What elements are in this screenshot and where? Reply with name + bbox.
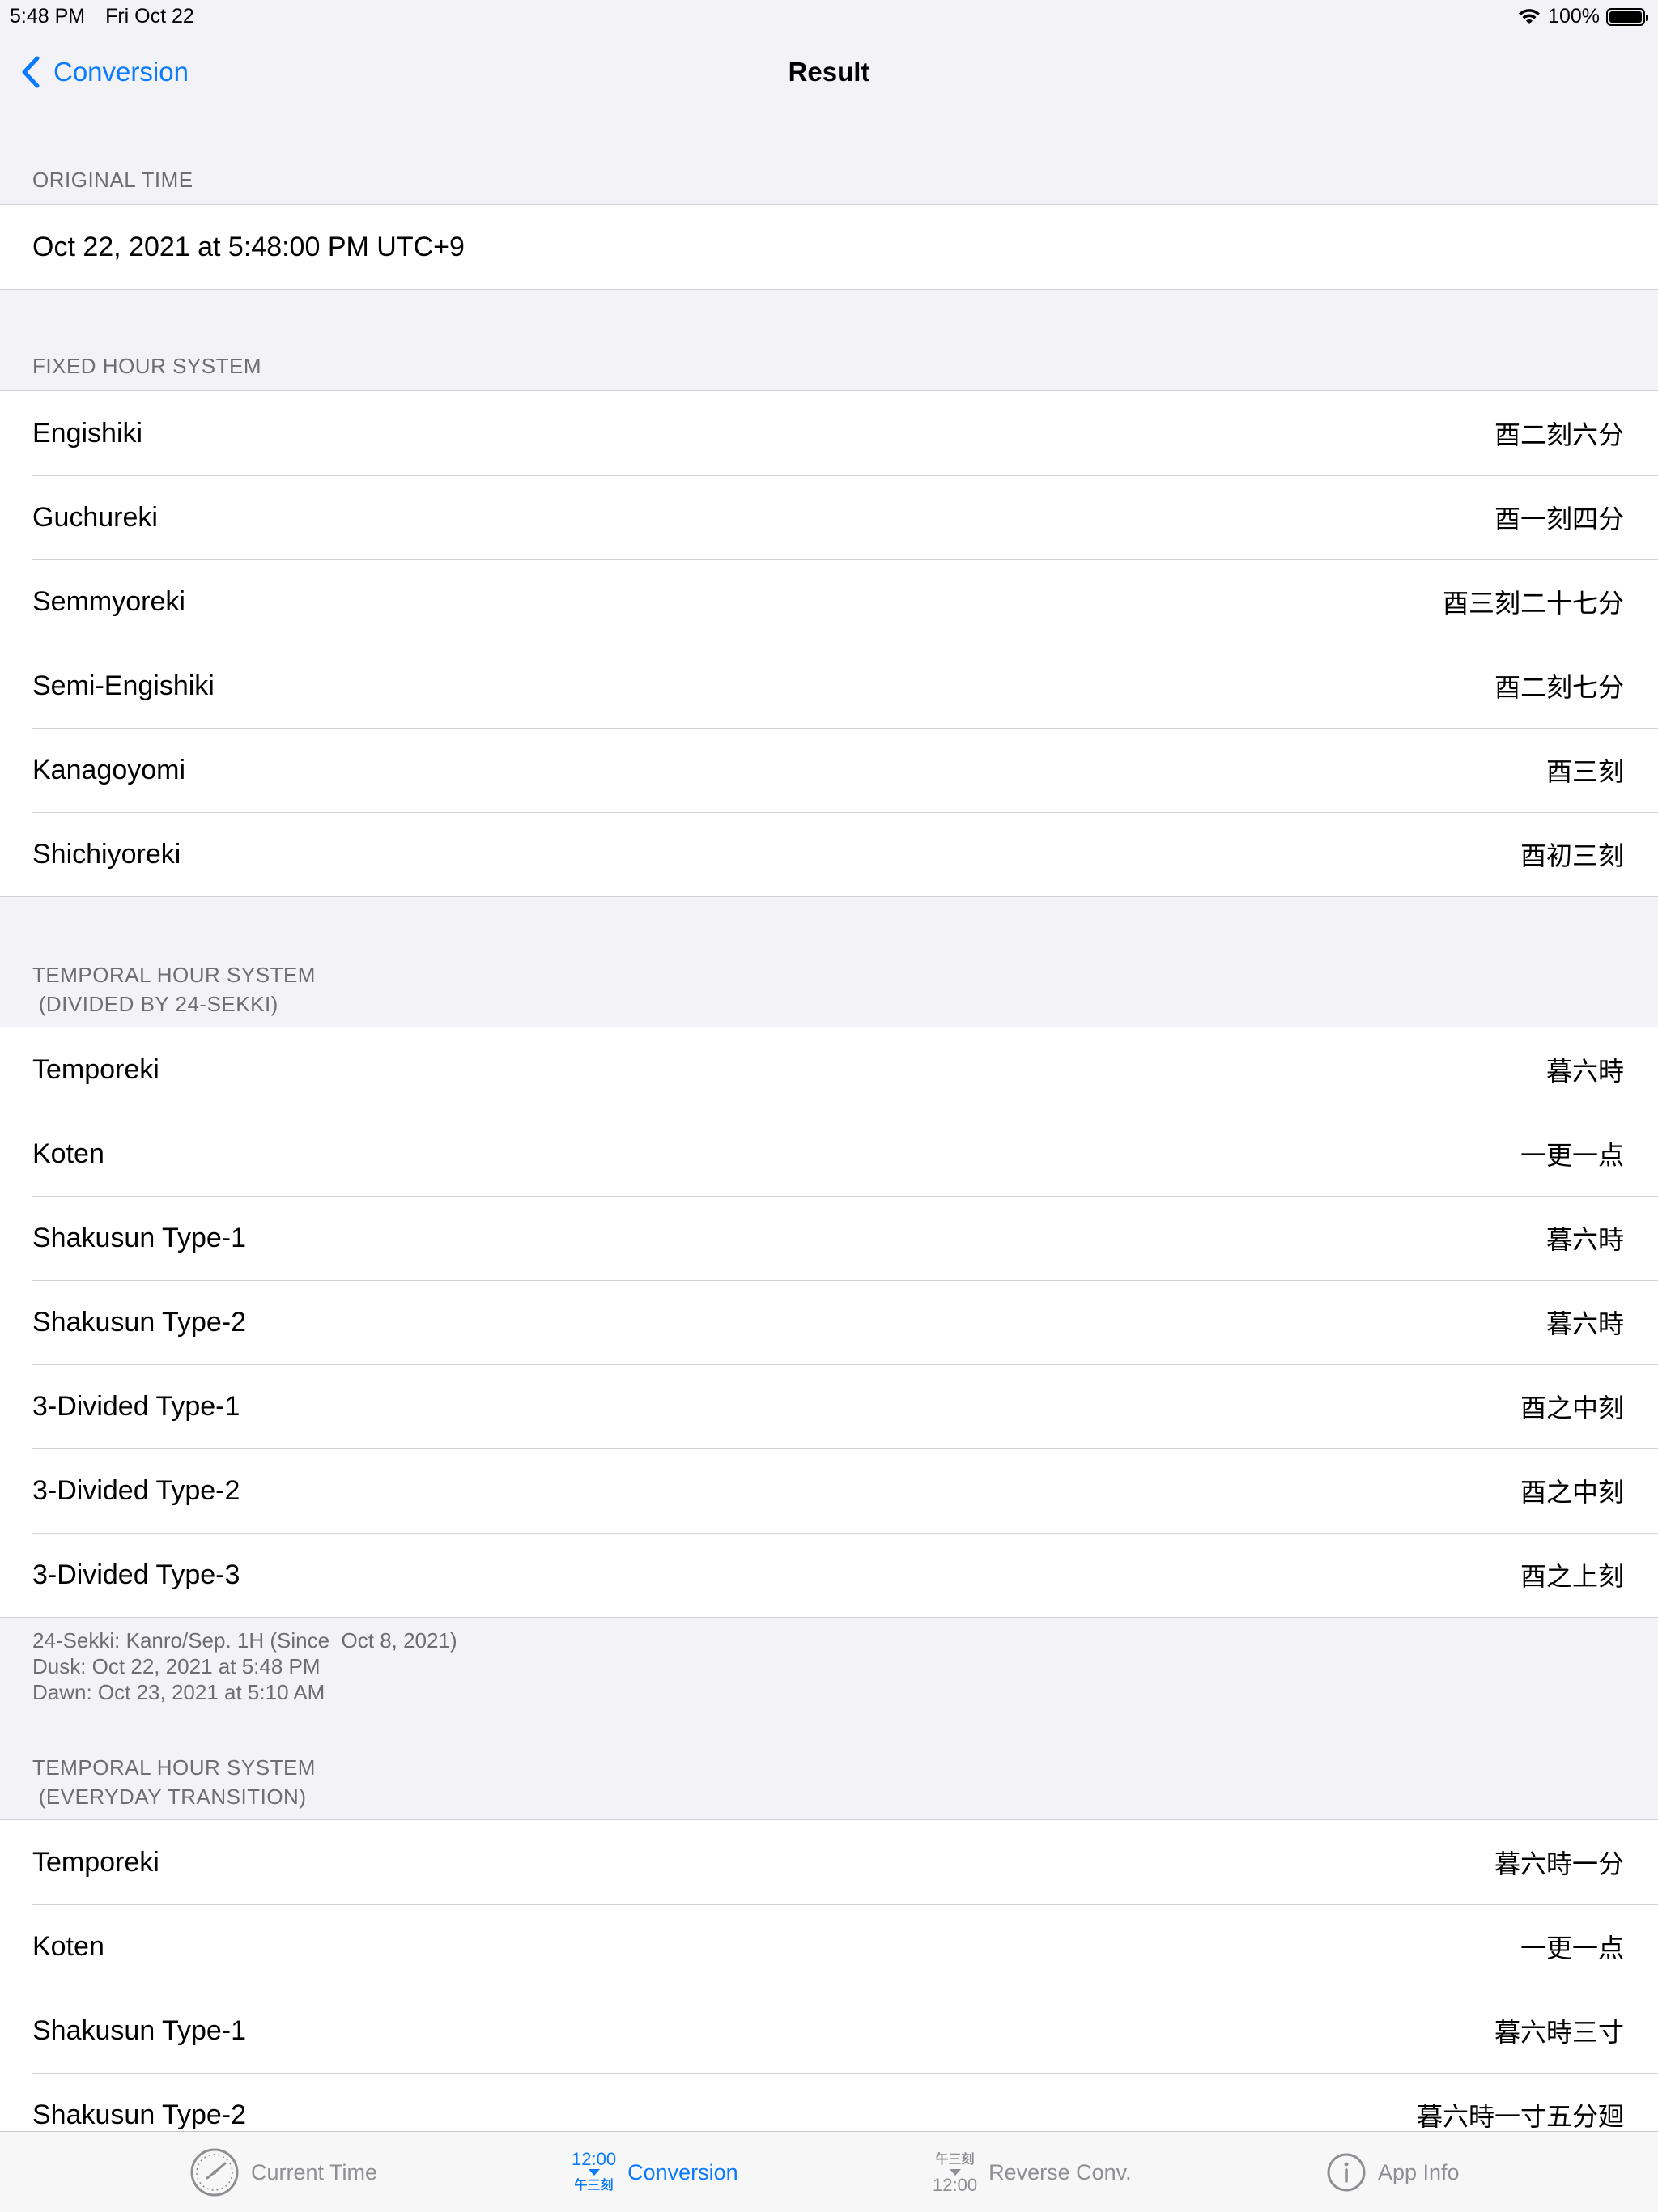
- list-item: Koten 一更一点: [0, 1112, 1658, 1196]
- list-item: Shakusun Type-1 暮六時三寸: [0, 1989, 1658, 2073]
- tab-reverse-conversion-label: Reverse Conv.: [988, 2159, 1132, 2184]
- row-label: Guchureki: [32, 501, 158, 533]
- row-value: 酉之中刻: [1520, 1477, 1624, 1508]
- list-item: Guchureki 酉一刻四分: [0, 475, 1658, 559]
- list-item: 3-Divided Type-1 酉之中刻: [0, 1364, 1658, 1448]
- original-time-group: Oct 22, 2021 at 5:48:00 PM UTC+9: [0, 204, 1658, 290]
- status-bar: 5:48 PM Fri Oct 22 100%: [0, 0, 1658, 32]
- battery-icon: [1606, 7, 1648, 26]
- row-value: 暮六時一分: [1494, 1848, 1624, 1879]
- sekki-info: 24-Sekki: Kanro/Sep. 1H (Since Oct 8, 20…: [32, 1628, 457, 1653]
- list-item: Engishiki 酉二刻六分: [0, 391, 1658, 475]
- tab-app-info-label: App Info: [1378, 2159, 1460, 2184]
- temporal-everyday-header-line2: (EVERYDAY TRANSITION): [32, 1784, 307, 1809]
- row-value: 酉三刻: [1545, 756, 1624, 787]
- row-value: 酉二刻七分: [1494, 672, 1624, 703]
- tab-reverse-conversion[interactable]: 午三刻 12:00 Reverse Conv.: [933, 2132, 1132, 2212]
- row-label: Shakusun Type-2: [32, 2099, 246, 2130]
- row-value: 暮六時: [1545, 1308, 1624, 1339]
- status-left: 5:48 PM Fri Oct 22: [10, 5, 209, 28]
- list-item: Semmyoreki 酉三刻二十七分: [0, 559, 1658, 644]
- row-label: Temporeki: [32, 1053, 159, 1085]
- row-value: 酉三刻二十七分: [1442, 588, 1624, 619]
- conversion-icon: 12:00 午三刻: [572, 2150, 616, 2194]
- row-value: 一更一点: [1520, 1140, 1624, 1171]
- row-value: 暮六時: [1545, 1224, 1624, 1255]
- row-label: Shichiyoreki: [32, 838, 181, 870]
- list-item: Shakusun Type-2 暮六時: [0, 1280, 1658, 1364]
- arrow-down-icon: [588, 2169, 600, 2176]
- original-time-row: Oct 22, 2021 at 5:48:00 PM UTC+9: [0, 205, 1658, 289]
- temporal-sekki-header: TEMPORAL HOUR SYSTEM (DIVIDED BY 24-SEKK…: [32, 960, 316, 1019]
- page-title: Result: [788, 57, 870, 87]
- original-time-value: Oct 22, 2021 at 5:48:00 PM UTC+9: [32, 231, 465, 262]
- list-item: 3-Divided Type-2 酉之中刻: [0, 1448, 1658, 1533]
- reverse-icon-top: 午三刻: [935, 2151, 975, 2167]
- row-label: 3-Divided Type-2: [32, 1474, 240, 1506]
- row-label: Koten: [32, 1138, 104, 1169]
- row-value: 暮六時一寸五分廻: [1416, 2101, 1624, 2132]
- status-time: 5:48 PM: [10, 5, 86, 28]
- tab-current-time[interactable]: Current Time: [189, 2132, 377, 2212]
- list-item: Shichiyoreki 酉初三刻: [0, 812, 1658, 896]
- row-label: Semmyoreki: [32, 585, 185, 617]
- row-label: Shakusun Type-1: [32, 1222, 246, 1253]
- temporal-sekki-header-line1: TEMPORAL HOUR SYSTEM: [32, 963, 316, 987]
- list-item: Koten 一更一点: [0, 1904, 1658, 1989]
- list-item: Semi-Engishiki 酉二刻七分: [0, 644, 1658, 728]
- temporal-sekki-footer: 24-Sekki: Kanro/Sep. 1H (Since Oct 8, 20…: [32, 1627, 457, 1705]
- row-label: Kanagoyomi: [32, 754, 186, 785]
- list-item: Shakusun Type-1 暮六時: [0, 1196, 1658, 1280]
- tab-conversion[interactable]: 12:00 午三刻 Conversion: [572, 2132, 738, 2212]
- list-item: Kanagoyomi 酉三刻: [0, 728, 1658, 812]
- clock-icon: [189, 2147, 240, 2197]
- dusk-info: Dusk: Oct 22, 2021 at 5:48 PM: [32, 1654, 321, 1678]
- original-time-header: ORIGINAL TIME: [32, 168, 193, 192]
- status-date: Fri Oct 22: [105, 5, 194, 28]
- navigation-bar: Conversion Result: [0, 32, 1658, 113]
- row-label: Shakusun Type-1: [32, 2014, 246, 2046]
- conversion-icon-top: 12:00: [572, 2149, 617, 2169]
- battery-percent: 100%: [1548, 5, 1600, 28]
- tab-conversion-label: Conversion: [627, 2159, 738, 2184]
- reverse-icon-bottom: 12:00: [933, 2175, 978, 2195]
- row-label: Shakusun Type-2: [32, 1306, 246, 1338]
- row-label: Semi-Engishiki: [32, 670, 215, 701]
- wifi-icon: [1519, 8, 1541, 24]
- tab-current-time-label: Current Time: [251, 2159, 378, 2184]
- result-screen: 5:48 PM Fri Oct 22 100% Conversion Resul…: [0, 0, 1658, 2212]
- row-value: 酉二刻六分: [1494, 419, 1624, 450]
- row-value: 暮六時三寸: [1494, 2017, 1624, 2048]
- temporal-everyday-header-line1: TEMPORAL HOUR SYSTEM: [32, 1755, 316, 1780]
- list-item: Temporeki 暮六時一分: [0, 1820, 1658, 1904]
- reverse-conversion-icon: 午三刻 12:00: [933, 2150, 977, 2194]
- conversion-icon-bottom: 午三刻: [574, 2177, 614, 2193]
- row-value: 酉之中刻: [1520, 1393, 1624, 1423]
- row-value: 酉一刻四分: [1494, 504, 1624, 534]
- temporal-everyday-header: TEMPORAL HOUR SYSTEM (EVERYDAY TRANSITIO…: [32, 1753, 316, 1811]
- info-icon: [1326, 2152, 1367, 2193]
- row-label: 3-Divided Type-3: [32, 1559, 240, 1590]
- row-value: 酉之上刻: [1520, 1561, 1624, 1592]
- dawn-info: Dawn: Oct 23, 2021 at 5:10 AM: [32, 1680, 325, 1704]
- temporal-everyday-group: Temporeki 暮六時一分 Koten 一更一点 Shakusun Type-1…: [0, 1819, 1658, 2157]
- row-value: 酉初三刻: [1520, 840, 1624, 871]
- row-label: 3-Divided Type-1: [32, 1390, 240, 1422]
- temporal-sekki-group: Temporeki 暮六時 Koten 一更一点 Shakusun Type-1 暮六…: [0, 1027, 1658, 1618]
- tab-app-info[interactable]: App Info: [1326, 2132, 1460, 2212]
- fixed-hour-header: FIXED HOUR SYSTEM: [32, 354, 261, 378]
- temporal-sekki-header-line2: (DIVIDED BY 24-SEKKI): [32, 992, 278, 1016]
- row-value: 一更一点: [1520, 1933, 1624, 1963]
- list-item: 3-Divided Type-3 酉之上刻: [0, 1533, 1658, 1617]
- status-right: 100%: [1517, 5, 1648, 28]
- row-label: Temporeki: [32, 1846, 159, 1878]
- fixed-hour-group: Engishiki 酉二刻六分 Guchureki 酉一刻四分 Semmyoreki…: [0, 390, 1658, 897]
- list-item: Temporeki 暮六時: [0, 1027, 1658, 1112]
- row-value: 暮六時: [1545, 1056, 1624, 1087]
- row-label: Engishiki: [32, 417, 143, 449]
- row-label: Koten: [32, 1930, 104, 1962]
- tab-bar: Current Time 12:00 午三刻 Conversion 午三刻 12…: [0, 2131, 1658, 2212]
